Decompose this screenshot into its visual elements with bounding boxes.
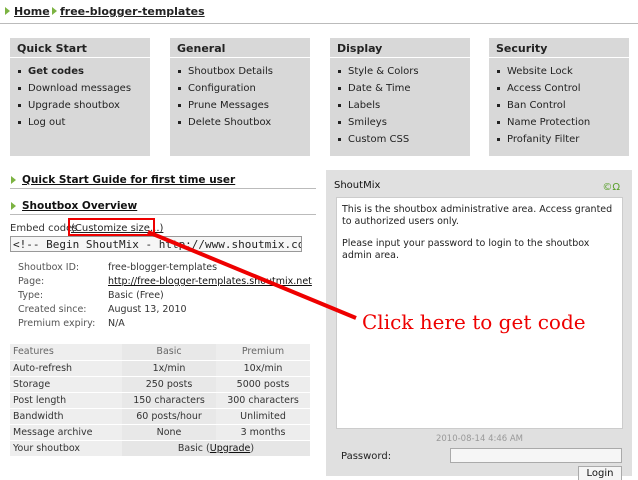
annotation-arrow	[147, 230, 357, 320]
annotation-arrow-line	[147, 230, 357, 320]
annotation-callout: Click here to get code	[362, 310, 586, 334]
